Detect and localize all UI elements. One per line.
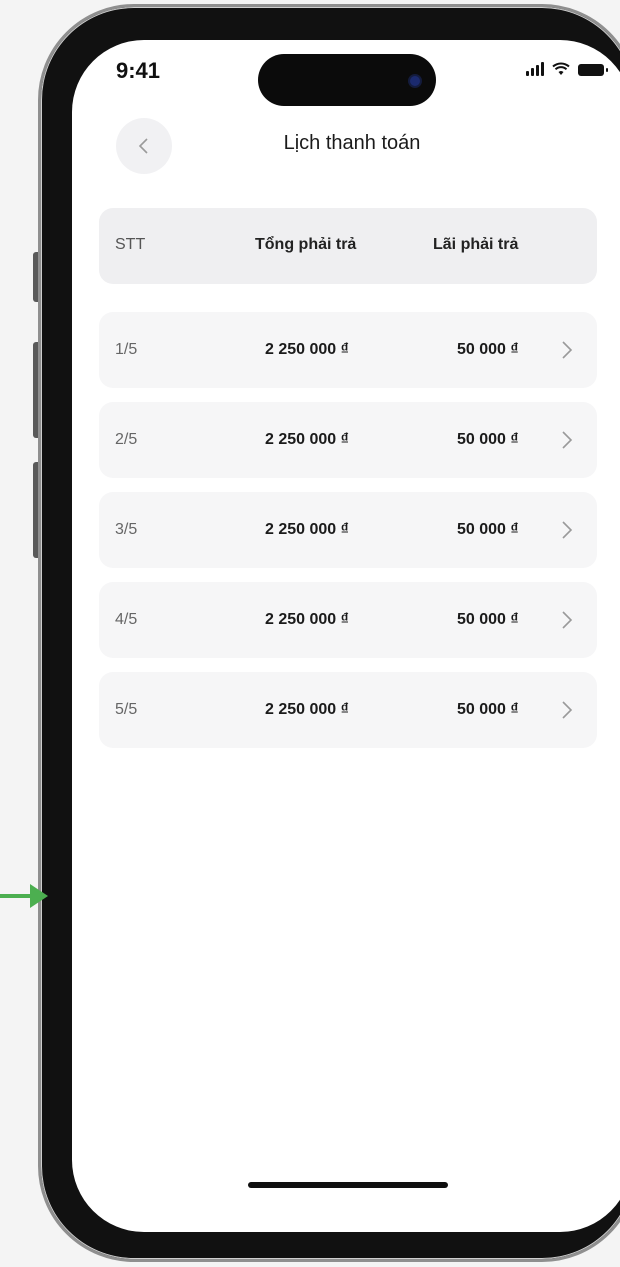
row-total: 2 250 000 ₫ — [265, 341, 349, 358]
row-stt: 3/5 — [115, 521, 138, 538]
table-row[interactable]: 3/5 2 250 000 ₫ 50 000 ₫ — [99, 492, 597, 568]
row-total: 2 250 000 ₫ — [265, 611, 349, 628]
row-stt: 2/5 — [115, 431, 138, 448]
column-header-total: Tổng phải trả — [255, 236, 357, 253]
home-indicator[interactable] — [248, 1182, 448, 1188]
row-total: 2 250 000 ₫ — [265, 521, 349, 538]
row-interest: 50 000 ₫ — [457, 341, 519, 358]
status-icons — [526, 62, 608, 76]
chevron-right-icon — [562, 521, 573, 539]
row-total: 2 250 000 ₫ — [265, 431, 349, 448]
table-row[interactable]: 4/5 2 250 000 ₫ 50 000 ₫ — [99, 582, 597, 658]
wifi-icon — [552, 62, 570, 75]
camera-dot — [410, 76, 420, 86]
signal-icon — [526, 62, 544, 76]
row-interest: 50 000 ₫ — [457, 431, 519, 448]
chevron-right-icon — [562, 611, 573, 629]
row-total: 2 250 000 ₫ — [265, 701, 349, 718]
dynamic-island — [258, 54, 436, 106]
row-stt: 4/5 — [115, 611, 138, 628]
row-interest: 50 000 ₫ — [457, 701, 519, 718]
row-stt: 1/5 — [115, 341, 138, 358]
row-interest: 50 000 ₫ — [457, 521, 519, 538]
battery-icon — [578, 64, 608, 76]
arrow-right-icon — [0, 884, 48, 908]
column-header-stt: STT — [115, 236, 146, 253]
table-header: STT Tổng phải trả Lãi phải trả — [99, 208, 597, 284]
row-stt: 5/5 — [115, 701, 138, 718]
table-row[interactable]: 1/5 2 250 000 ₫ 50 000 ₫ — [99, 312, 597, 388]
chevron-right-icon — [562, 701, 573, 719]
table-row[interactable]: 2/5 2 250 000 ₫ 50 000 ₫ — [99, 402, 597, 478]
status-time: 9:41 — [116, 58, 161, 83]
chevron-right-icon — [562, 431, 573, 449]
column-header-interest: Lãi phải trả — [433, 236, 519, 253]
row-interest: 50 000 ₫ — [457, 611, 519, 628]
chevron-right-icon — [562, 341, 573, 359]
table-row[interactable]: 5/5 2 250 000 ₫ 50 000 ₫ — [99, 672, 597, 748]
page-title: Lịch thanh toán — [283, 132, 421, 154]
phone-screen: 9:41 Lịch thanh toán STT Tổng phải trả L… — [72, 40, 620, 1232]
